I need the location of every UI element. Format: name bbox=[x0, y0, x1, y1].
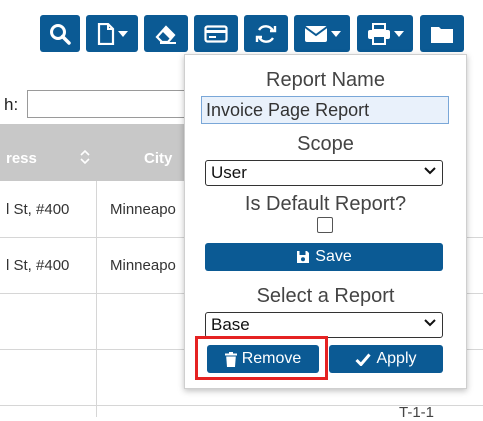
remove-highlight-annotation bbox=[195, 336, 328, 380]
sort-icon bbox=[80, 150, 90, 164]
card-icon bbox=[204, 24, 228, 43]
default-report-checkbox[interactable] bbox=[317, 217, 333, 233]
column-header-label: ress bbox=[6, 150, 37, 167]
open-folder-button[interactable] bbox=[420, 15, 464, 52]
email-button[interactable] bbox=[294, 15, 350, 52]
scope-select[interactable]: User bbox=[205, 160, 443, 186]
search-label: h: bbox=[4, 95, 19, 114]
report-name-input[interactable]: Invoice Page Report bbox=[201, 96, 449, 124]
printer-icon bbox=[367, 22, 390, 45]
card-button[interactable] bbox=[194, 15, 238, 52]
search-button[interactable] bbox=[40, 15, 80, 52]
chevron-down-icon bbox=[393, 30, 404, 37]
refresh-button[interactable] bbox=[244, 15, 288, 52]
floppy-disk-icon bbox=[297, 251, 310, 263]
new-report-button[interactable] bbox=[86, 15, 138, 52]
chevron-down-icon bbox=[330, 30, 341, 37]
column-header-label: City bbox=[144, 150, 173, 167]
print-button[interactable] bbox=[357, 15, 413, 52]
chevron-down-icon bbox=[117, 30, 128, 37]
chevron-down-icon bbox=[424, 167, 436, 175]
save-button[interactable]: Save bbox=[205, 243, 443, 271]
scope-label: Scope bbox=[297, 133, 354, 155]
apply-label: Apply bbox=[376, 350, 417, 367]
save-label: Save bbox=[315, 248, 352, 265]
column-header-city[interactable]: City bbox=[96, 124, 184, 181]
envelope-icon bbox=[303, 25, 328, 42]
city-cell: Minneapo bbox=[110, 201, 176, 218]
city-cell: Minneapo bbox=[110, 257, 176, 274]
address-cell: l St, #400 bbox=[6, 201, 70, 218]
search-icon bbox=[50, 23, 71, 45]
grid-footer-text: T-1-1 bbox=[399, 404, 435, 421]
eraser-icon bbox=[155, 24, 176, 44]
refresh-icon bbox=[255, 24, 277, 43]
scope-value: User bbox=[211, 163, 247, 182]
apply-button[interactable]: Apply bbox=[329, 345, 443, 373]
search-input[interactable] bbox=[27, 90, 197, 118]
checkmark-icon bbox=[355, 353, 372, 366]
clear-button[interactable] bbox=[144, 15, 188, 52]
report-select-value: Base bbox=[211, 315, 250, 334]
new-document-icon bbox=[97, 22, 114, 45]
address-cell: l St, #400 bbox=[6, 257, 70, 274]
report-name-label: Report Name bbox=[266, 69, 385, 91]
select-report-label: Select a Report bbox=[256, 285, 395, 307]
report-select[interactable]: Base bbox=[205, 312, 443, 338]
folder-icon bbox=[431, 26, 453, 43]
column-header-address[interactable]: ress bbox=[0, 124, 96, 181]
chevron-down-icon bbox=[424, 319, 436, 327]
default-report-label: Is Default Report? bbox=[244, 193, 407, 215]
